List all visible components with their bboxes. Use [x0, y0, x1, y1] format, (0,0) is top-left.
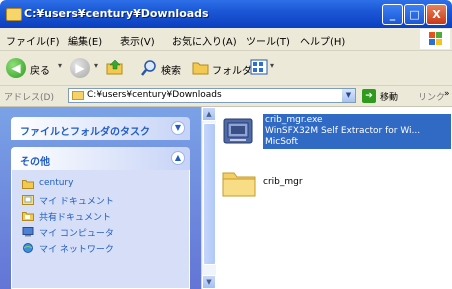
menu-view[interactable]: 表示(V) [120, 33, 155, 48]
views-dropdown-icon[interactable]: ▾ [270, 61, 274, 70]
collapse-chevron-icon[interactable]: ▲ [171, 151, 185, 165]
file-company: MicSoft [265, 137, 298, 147]
task-pane: ファイルとフォルダのタスク ▼ その他 ▲ century マイ ドキュメント [0, 107, 210, 289]
list-item-label: マイ ドキュメント [39, 197, 114, 207]
address-value[interactable]: C:¥users¥century¥Downloads [87, 90, 222, 100]
links-label[interactable]: リンク [418, 90, 445, 103]
file-folder-tasks-section: ファイルとフォルダのタスク ▼ [11, 117, 190, 140]
go-button-label[interactable]: 移動 [380, 90, 398, 103]
menu-favorites[interactable]: お気に入り(A) [172, 33, 237, 48]
menu-help[interactable]: ヘルプ(H) [300, 33, 345, 48]
folder-icon [22, 179, 34, 189]
other-places-title: その他 [20, 157, 50, 168]
other-places-header[interactable]: その他 ▲ [11, 147, 190, 170]
list-item-label: 共有ドキュメント [39, 213, 112, 223]
list-item-label: マイ ネットワーク [39, 245, 114, 255]
folder-icon [222, 169, 256, 197]
scroll-up-icon[interactable]: ▲ [202, 107, 216, 121]
menu-tools[interactable]: ツール(T) [246, 33, 290, 48]
search-icon[interactable] [140, 59, 158, 77]
address-input[interactable]: C:¥users¥century¥Downloads ▼ [68, 88, 356, 103]
back-button-label[interactable]: 戻る [30, 62, 50, 77]
up-folder-icon[interactable] [106, 59, 124, 75]
my-computer-icon [22, 227, 34, 237]
back-arrow-icon[interactable]: ◀ [6, 58, 26, 78]
shared-documents-icon [22, 211, 34, 221]
task-pane-scrollbar[interactable]: ▲ ▼ [201, 107, 216, 289]
windows-logo-icon [420, 29, 450, 49]
menu-file[interactable]: ファイル(F) [6, 33, 60, 48]
links-more-icon[interactable]: » [444, 89, 450, 99]
window-title: C:¥users¥century¥Downloads [24, 7, 209, 20]
file-description: WinSFX32M Self Extractor for Wi... [265, 126, 421, 136]
folder-icon [72, 91, 84, 100]
address-dropdown-icon[interactable]: ▼ [342, 89, 355, 102]
folders-button-label[interactable]: フォルダ [212, 62, 252, 77]
selected-file-label: crib_mgr.exe WinSFX32M Self Extractor fo… [263, 114, 451, 149]
expand-chevron-icon[interactable]: ▼ [171, 121, 185, 135]
other-places-section: その他 ▲ century マイ ドキュメント 共有ドキュメント マイ コンピュ… [11, 147, 190, 289]
views-icon[interactable] [250, 59, 268, 75]
my-documents-icon [22, 195, 34, 205]
menu-bar: ファイル(F) 編集(E) 表示(V) お気に入り(A) ツール(T) ヘルプ(… [0, 28, 452, 51]
file-name: crib_mgr [263, 177, 303, 187]
maximize-button[interactable]: □ [404, 4, 425, 25]
scroll-down-icon[interactable]: ▼ [202, 275, 216, 289]
list-item-label: マイ コンピュータ [39, 229, 114, 239]
my-network-icon [22, 243, 34, 253]
file-name: crib_mgr.exe [265, 115, 323, 125]
title-bar[interactable]: C:¥users¥century¥Downloads _ □ X [0, 0, 452, 28]
address-label: アドレス(D) [4, 93, 54, 103]
other-places-list: century マイ ドキュメント 共有ドキュメント マイ コンピュータ マイ … [11, 170, 190, 289]
file-folder-tasks-header[interactable]: ファイルとフォルダのタスク ▼ [11, 117, 190, 140]
back-dropdown-icon[interactable]: ▾ [58, 61, 62, 70]
folder-icon [6, 8, 22, 21]
search-button-label[interactable]: 検索 [161, 62, 181, 77]
forward-dropdown-icon[interactable]: ▾ [94, 61, 98, 70]
file-list-area: crib_mgr.exe WinSFX32M Self Extractor fo… [216, 107, 452, 289]
go-arrow-icon[interactable]: ➔ [362, 89, 376, 103]
exe-icon [222, 117, 254, 145]
file-folder-tasks-title: ファイルとフォルダのタスク [20, 127, 150, 138]
address-bar: アドレス(D) C:¥users¥century¥Downloads ▼ ➔ 移… [0, 86, 452, 107]
list-item-label: century [39, 178, 74, 188]
forward-arrow-icon[interactable]: ▶ [70, 58, 90, 78]
folders-icon[interactable] [192, 60, 210, 75]
close-button[interactable]: X [426, 4, 447, 25]
scrollbar-thumb[interactable] [203, 123, 216, 265]
minimize-button[interactable]: _ [382, 4, 403, 25]
menu-edit[interactable]: 編集(E) [68, 33, 102, 48]
toolbar: ◀ 戻る ▾ ▶ ▾ 検索 フォルダ ▾ [0, 51, 452, 86]
